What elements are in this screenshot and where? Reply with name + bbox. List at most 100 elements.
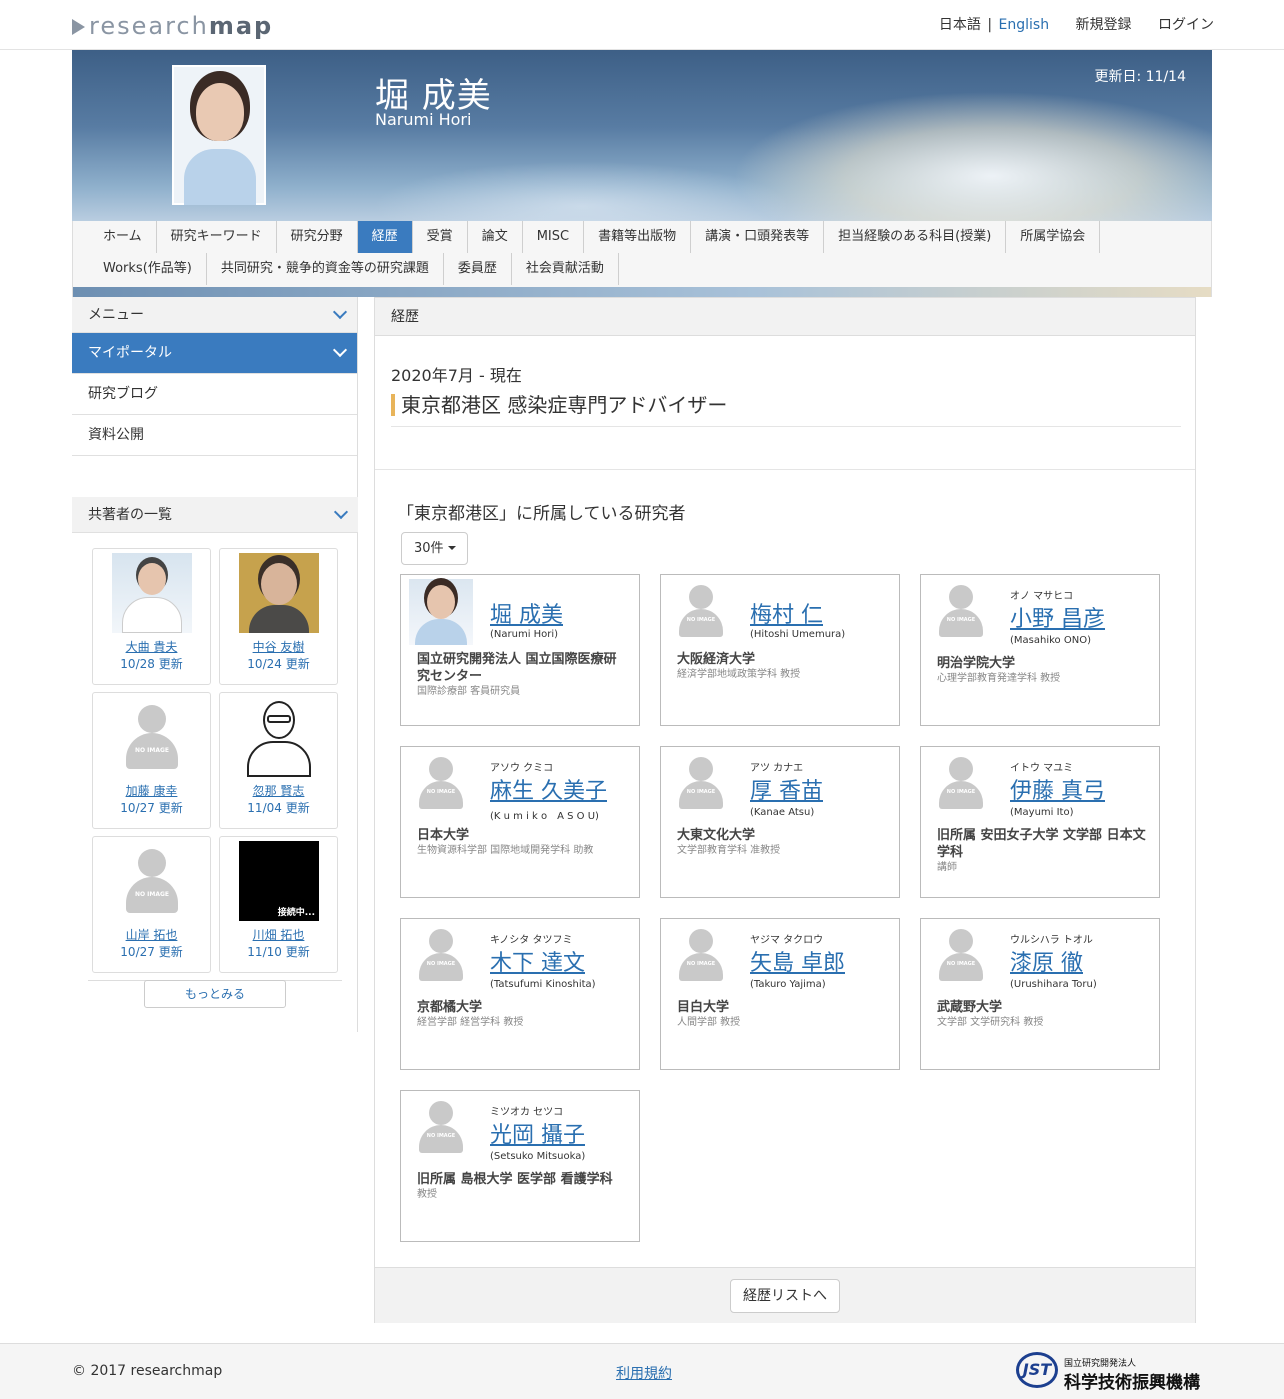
- tab-row2-3[interactable]: 社会貢献活動: [512, 253, 619, 285]
- researcher-card[interactable]: NO IMAGE ミツオカ セツコ 光岡 攝子 (Setsuko Mitsuoka) 旧…: [400, 1090, 640, 1242]
- researcher-card[interactable]: NO IMAGE ヤジマ タクロウ 矢島 卓郎 (Takuro Yajima) 目白大学…: [660, 918, 900, 1070]
- researcher-name-en: (Hitoshi Umemura): [750, 629, 846, 640]
- lang-english-link[interactable]: English: [999, 17, 1050, 33]
- researcher-name-link[interactable]: 伊藤 真弓: [1010, 773, 1105, 805]
- researcher-kana: ミツオカ セツコ: [490, 1107, 564, 1118]
- researcher-name-en: (Masahiko ONO): [1010, 635, 1091, 646]
- researcher-name-link[interactable]: 矢島 卓郎: [750, 945, 845, 977]
- tab-row1-3[interactable]: 経歴: [357, 221, 413, 253]
- researcher-department: 文学部 文学研究科 教授: [937, 1017, 1044, 1028]
- login-link[interactable]: ログイン: [1158, 17, 1214, 33]
- researcher-kana: アツ カナエ: [750, 763, 804, 774]
- tab-row1-2[interactable]: 研究分野: [277, 221, 358, 253]
- researcher-card[interactable]: NO IMAGE オノ マサヒコ 小野 昌彦 (Masahiko ONO) 明治学院大学…: [920, 574, 1160, 726]
- researcher-card[interactable]: NO IMAGE ウルシハラ トオル 漆原 徹 (Urushihara Toru) 武蔵…: [920, 918, 1160, 1070]
- register-link[interactable]: 新規登録: [1076, 17, 1132, 33]
- coauthor-name-link[interactable]: 大曲 貴夫: [93, 638, 210, 655]
- tab-row1-5[interactable]: 論文: [468, 221, 523, 253]
- coauthor-card[interactable]: 大曲 貴夫 10/28 更新: [92, 548, 211, 685]
- researcher-name-en: (Urushihara Toru): [1010, 979, 1097, 990]
- career-list-button[interactable]: 経歴リストへ: [730, 1279, 840, 1313]
- nav-decor-strip: [73, 287, 1211, 297]
- chevron-down-icon: [332, 342, 348, 358]
- lang-japanese-link[interactable]: 日本語: [939, 17, 981, 33]
- researcher-card[interactable]: 堀 成美 (Narumi Hori) 国立研究開発法人 国立国際医療研究センター 国際…: [400, 574, 640, 726]
- researcher-name-link[interactable]: 堀 成美: [490, 597, 563, 629]
- coauthor-name-link[interactable]: 中谷 友樹: [220, 638, 337, 655]
- tab-row1-8[interactable]: 講演・口頭発表等: [691, 221, 825, 253]
- researcher-department: 経営学部 経営学科 教授: [417, 1017, 524, 1028]
- tab-row1-1[interactable]: 研究キーワード: [157, 221, 277, 253]
- researcher-affiliation: 大東文化大学 文学部教育学科 准教授: [677, 827, 889, 858]
- researcher-name-link[interactable]: 梅村 仁: [750, 597, 823, 629]
- sidebar-item-materials[interactable]: 資料公開: [72, 415, 357, 456]
- page-footer: © 2017 researchmap 利用規約 JST 国立研究開発法人 科学技…: [0, 1343, 1284, 1399]
- researcher-card[interactable]: NO IMAGE アツ カナエ厚 香苗 (Kanae Atsu) 大東文化大学 文学部教…: [660, 746, 900, 898]
- coauthor-name-link[interactable]: 川畑 拓也: [220, 926, 337, 943]
- copyright: © 2017 researchmap: [72, 1363, 223, 1379]
- researcher-card[interactable]: NO IMAGE キノシタ タツフミ 木下 達文 (Tatsufumi Kinoshi…: [400, 918, 640, 1070]
- tab-row1-9[interactable]: 担当経験のある科目(授業): [824, 221, 1007, 253]
- coauthor-card[interactable]: NO IMAGE 山岸 拓也 10/27 更新: [92, 836, 211, 973]
- top-bar: researchmap 日本語 | English 新規登録 ログイン: [0, 0, 1284, 50]
- coauthor-card[interactable]: 中谷 友樹 10/24 更新: [219, 548, 338, 685]
- tab-row1-0[interactable]: ホーム: [89, 221, 157, 253]
- coauthor-avatar: [112, 553, 192, 633]
- researcher-name-en: (Tatsufumi Kinoshita): [490, 979, 596, 990]
- researcher-affiliation: 武蔵野大学 文学部 文学研究科 教授: [937, 999, 1149, 1030]
- main-content: 経歴 2020年7月 - 現在 東京都港区 感染症専門アドバイザー 「東京都港区…: [374, 297, 1196, 1323]
- researcher-affiliation: 目白大学 人間学部 教授: [677, 999, 889, 1030]
- researcher-name-link[interactable]: 麻生 久美子: [490, 773, 607, 805]
- researcher-name-link[interactable]: 光岡 攝子: [490, 1117, 585, 1149]
- coauthor-card[interactable]: 接続中... 川畑 拓也 11/10 更新: [219, 836, 338, 973]
- tab-row2-0[interactable]: Works(作品等): [89, 253, 207, 285]
- chevron-down-icon: [332, 304, 348, 320]
- coauthors-header[interactable]: 共著者の一覧: [72, 497, 358, 533]
- researcher-department: 心理学部教育発達学科 教授: [937, 673, 1061, 684]
- coauthor-name-link[interactable]: 忽那 賢志: [220, 782, 337, 799]
- terms-link[interactable]: 利用規約: [616, 1363, 672, 1383]
- lang-separator: |: [987, 17, 993, 33]
- researcher-card[interactable]: NO IMAGE 梅村 仁 (Hitoshi Umemura) 大阪経済大学 経済学部地…: [660, 574, 900, 726]
- researcher-department: 経済学部地域政策学科 教授: [677, 669, 801, 680]
- researcher-card[interactable]: NO IMAGE アソウ クミコ 麻生 久美子 (K u m i k o A S O …: [400, 746, 640, 898]
- researcher-department: 生物資源科学部 国際地域開発学科 助教: [417, 845, 594, 856]
- divider: [375, 469, 1195, 470]
- researcher-department: 国際診療部 客員研究員: [417, 686, 521, 697]
- count-dropdown[interactable]: 30件: [401, 532, 468, 565]
- sidebar-item-research-blog[interactable]: 研究ブログ: [72, 374, 357, 415]
- researcher-kana: ウルシハラ トオル: [1010, 935, 1093, 946]
- coauthor-name-link[interactable]: 山岸 拓也: [93, 926, 210, 943]
- tab-row2-2[interactable]: 委員歴: [444, 253, 512, 285]
- coauthor-name-link[interactable]: 加藤 康幸: [93, 782, 210, 799]
- coauthor-card[interactable]: 忽那 賢志 11/04 更新: [219, 692, 338, 829]
- profile-name-en: Narumi Hori: [375, 110, 472, 129]
- researcher-name-link[interactable]: 小野 昌彦: [1010, 601, 1105, 633]
- tab-row1-4[interactable]: 受賞: [413, 221, 468, 253]
- profile-photo: [172, 65, 266, 205]
- main-footer: 経歴リストへ: [375, 1267, 1195, 1323]
- researcher-affiliation: 国立研究開発法人 国立国際医療研究センター 国際診療部 客員研究員: [417, 651, 629, 699]
- researchmap-logo[interactable]: researchmap: [72, 12, 273, 40]
- researcher-affiliation: 旧所属 島根大学 医学部 看護学科 教授: [417, 1171, 629, 1202]
- career-period: 2020年7月 - 現在: [391, 366, 522, 385]
- tab-row1-6[interactable]: MISC: [523, 221, 585, 253]
- researcher-department: 講師: [937, 862, 957, 873]
- tab-row2-1[interactable]: 共同研究・競争的資金等の研究課題: [207, 253, 444, 285]
- sidebar-item-my-portal[interactable]: マイポータル: [72, 333, 357, 374]
- career-organization: 東京都港区 感染症専門アドバイザー: [391, 394, 727, 416]
- header-background-cloud: [372, 161, 792, 221]
- no-image-icon: NO IMAGE: [112, 841, 192, 921]
- jst-logo[interactable]: JST 国立研究開発法人 科学技術振興機構: [1016, 1352, 1212, 1393]
- researcher-name-link[interactable]: 木下 達文: [490, 945, 585, 977]
- no-image-icon: NO IMAGE: [939, 757, 983, 809]
- tab-row1-10[interactable]: 所属学協会: [1006, 221, 1101, 253]
- researcher-name-en: (K u m i k o A S O U): [490, 811, 599, 822]
- tab-row1-7[interactable]: 書籍等出版物: [584, 221, 692, 253]
- more-coauthors-button[interactable]: もっとみる: [144, 980, 286, 1008]
- researcher-name-link[interactable]: 厚 香苗: [750, 773, 823, 805]
- sidebar-menu-header[interactable]: メニュー: [72, 297, 357, 333]
- researcher-name-link[interactable]: 漆原 徹: [1010, 945, 1083, 977]
- researcher-card[interactable]: NO IMAGE イトウ マユミ 伊藤 真弓 (Mayumi Ito) 旧所属 安田女子…: [920, 746, 1160, 898]
- coauthor-card[interactable]: NO IMAGE 加藤 康幸 10/27 更新: [92, 692, 211, 829]
